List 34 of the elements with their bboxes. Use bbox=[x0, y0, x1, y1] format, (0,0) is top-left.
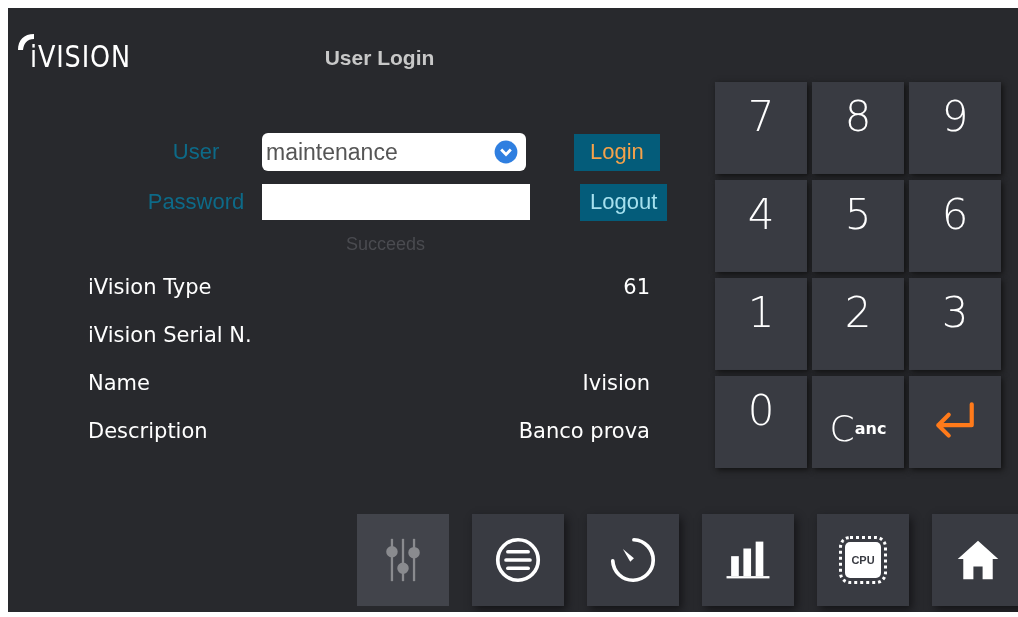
password-field[interactable] bbox=[262, 184, 530, 220]
info-value: Ivision bbox=[582, 371, 650, 395]
user-label: User bbox=[171, 139, 221, 165]
digit-key[interactable]: 9 bbox=[909, 82, 1001, 174]
info-value: 61 bbox=[623, 275, 650, 299]
toolbar-button[interactable] bbox=[472, 514, 564, 606]
password-label: Password bbox=[146, 189, 246, 215]
user-dropdown[interactable]: maintenance bbox=[262, 133, 526, 171]
digit-key[interactable]: 7 bbox=[715, 82, 807, 174]
page-title: User Login bbox=[324, 46, 435, 70]
logout-button[interactable]: Logout bbox=[580, 183, 668, 221]
digit-key[interactable]: 0 bbox=[715, 376, 807, 468]
info-label: Description bbox=[88, 419, 208, 443]
digit-key[interactable]: 6 bbox=[909, 180, 1001, 272]
digit-key[interactable]: 5 bbox=[812, 180, 904, 272]
toolbar-button[interactable] bbox=[932, 514, 1018, 606]
digit-key[interactable]: 1 bbox=[715, 278, 807, 370]
info-label: iVision Serial N. bbox=[88, 323, 252, 347]
info-value: Banco prova bbox=[518, 419, 650, 443]
info-label: iVision Type bbox=[88, 275, 212, 299]
toolbar-button[interactable]: CPU bbox=[817, 514, 909, 606]
chevron-down-icon bbox=[494, 140, 518, 164]
login-button[interactable]: Login bbox=[574, 133, 660, 171]
digit-key[interactable]: 3 bbox=[909, 278, 1001, 370]
menu-icon bbox=[495, 537, 541, 583]
logo-text: iVISION bbox=[30, 39, 131, 74]
toolbar-button[interactable] bbox=[702, 514, 794, 606]
toolbar-button[interactable] bbox=[587, 514, 679, 606]
digit-key[interactable]: 4 bbox=[715, 180, 807, 272]
info-label: Name bbox=[88, 371, 150, 395]
gauge-icon bbox=[610, 537, 656, 583]
digit-key[interactable]: 2 bbox=[812, 278, 904, 370]
enter-key[interactable] bbox=[909, 376, 1001, 468]
digit-key[interactable]: 8 bbox=[812, 82, 904, 174]
